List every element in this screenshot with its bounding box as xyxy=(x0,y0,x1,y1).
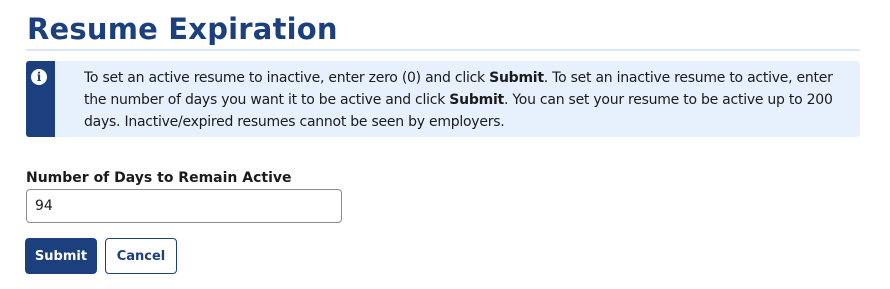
alert-accent-bar: i xyxy=(26,61,55,137)
cancel-button[interactable]: Cancel xyxy=(105,238,177,274)
info-icon: i xyxy=(31,69,47,85)
submit-button[interactable]: Submit xyxy=(25,238,97,274)
info-alert: i To set an active resume to inactive, e… xyxy=(26,61,860,137)
alert-bold-submit-1: Submit xyxy=(489,70,544,86)
title-divider xyxy=(26,49,860,51)
days-active-input[interactable] xyxy=(26,189,342,223)
page-title: Resume Expiration xyxy=(27,12,338,46)
alert-bold-submit-2: Submit xyxy=(449,92,504,108)
alert-text-part-1: To set an active resume to inactive, ent… xyxy=(84,70,490,86)
resume-expiration-page: Resume Expiration i To set an active res… xyxy=(0,0,890,289)
alert-message: To set an active resume to inactive, ent… xyxy=(84,67,856,133)
days-field-label: Number of Days to Remain Active xyxy=(26,170,292,186)
